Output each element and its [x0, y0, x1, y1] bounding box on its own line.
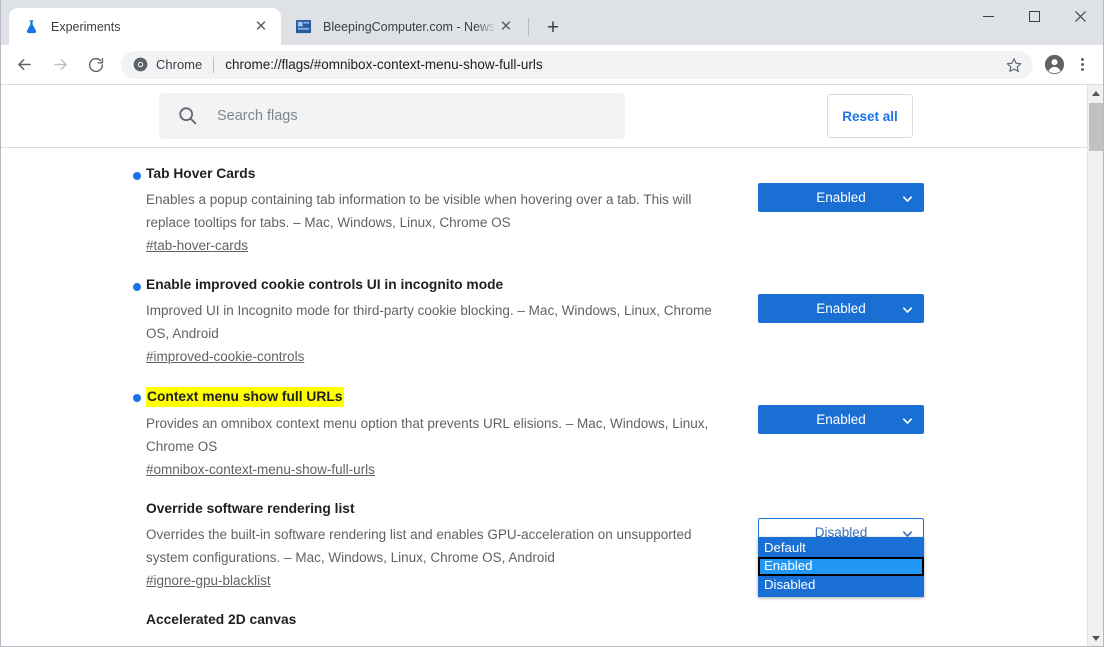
maximize-icon[interactable]	[1011, 0, 1057, 32]
scroll-down-arrow-icon[interactable]	[1088, 630, 1103, 646]
omnibox-divider	[213, 57, 214, 73]
address-bar[interactable]: Chrome chrome://flags/#omnibox-context-m…	[121, 51, 1033, 79]
flags-list: Tab Hover Cards Enables a popup containi…	[1, 148, 1087, 646]
flag-id-link[interactable]: #ignore-gpu-blacklist	[146, 569, 271, 592]
flag-modified-dot	[133, 172, 141, 180]
flag-title: Tab Hover Cards	[146, 165, 255, 183]
scroll-up-arrow-icon[interactable]	[1088, 85, 1103, 101]
flag-title: Enable improved cookie controls UI in in…	[146, 276, 503, 294]
chevron-down-icon	[902, 192, 913, 203]
flag-id-link[interactable]: #improved-cookie-controls	[146, 345, 304, 368]
bleepingcomputer-icon	[295, 19, 311, 35]
back-arrow-icon[interactable]	[9, 50, 39, 80]
flag-state-value: Enabled	[816, 190, 866, 205]
flag-title: Accelerated 2D canvas	[146, 611, 296, 629]
tab-close-icon[interactable]: ✕	[251, 17, 271, 37]
tab-title: Experiments	[51, 20, 251, 34]
scheme-label: Chrome	[156, 57, 202, 72]
flag-id-link[interactable]: #omnibox-context-menu-show-full-urls	[146, 458, 375, 481]
search-flags-box[interactable]	[159, 93, 625, 139]
flag-description: Provides an omnibox context menu option …	[146, 412, 731, 458]
flag-description: Enables a popup containing tab informati…	[146, 188, 731, 234]
tab-strip: Experiments ✕ BleepingComputer.com - New…	[1, 0, 1103, 45]
window-controls	[965, 0, 1103, 45]
flag-entry: Override software rendering list Overrid…	[1, 491, 1087, 602]
flag-entry: Accelerated 2D canvas	[1, 602, 1087, 646]
url-text: chrome://flags/#omnibox-context-menu-sho…	[225, 57, 1001, 72]
close-icon[interactable]	[1057, 0, 1103, 32]
chrome-logo-icon	[133, 57, 148, 72]
flag-entry: Context menu show full URLs Provides an …	[1, 378, 1087, 491]
flag-modified-dot	[133, 394, 141, 402]
flag-entry: Enable improved cookie controls UI in in…	[1, 267, 1087, 378]
option-default[interactable]: Default	[758, 539, 924, 557]
star-icon[interactable]	[1001, 52, 1027, 78]
tab-bleepingcomputer[interactable]: BleepingComputer.com - News, F ✕	[281, 8, 526, 45]
tab-separator	[528, 18, 529, 36]
tab-title: BleepingComputer.com - News, F	[323, 20, 496, 34]
option-enabled[interactable]: Enabled	[758, 557, 924, 576]
tab-close-icon[interactable]: ✕	[496, 17, 516, 37]
chrome-scheme-badge: Chrome	[133, 57, 202, 72]
page-scrollbar[interactable]	[1087, 85, 1103, 646]
flag-state-control: Enabled	[758, 294, 924, 323]
flag-text-block: Accelerated 2D canvas	[146, 611, 746, 646]
flag-text-block: Tab Hover Cards Enables a popup containi…	[146, 165, 746, 257]
flag-state-select[interactable]: Enabled	[758, 294, 924, 323]
flag-entry: Tab Hover Cards Enables a popup containi…	[1, 156, 1087, 267]
reset-all-button[interactable]: Reset all	[827, 94, 913, 138]
flag-id-link[interactable]: #tab-hover-cards	[146, 234, 248, 257]
flag-description: Improved UI in Incognito mode for third-…	[146, 299, 731, 345]
browser-window: Experiments ✕ BleepingComputer.com - New…	[0, 0, 1104, 647]
option-disabled[interactable]: Disabled	[758, 576, 924, 594]
flag-state-select[interactable]: Enabled	[758, 405, 924, 434]
flags-page-content: Reset all Tab Hover Cards Enables a popu…	[1, 85, 1087, 646]
forward-arrow-icon[interactable]	[45, 50, 75, 80]
browser-toolbar: Chrome chrome://flags/#omnibox-context-m…	[1, 45, 1103, 85]
three-dot-menu-icon[interactable]	[1069, 50, 1095, 80]
flag-modified-dot	[133, 283, 141, 291]
chevron-down-icon	[902, 303, 913, 314]
account-avatar-icon[interactable]	[1039, 50, 1069, 80]
flag-text-block: Override software rendering list Overrid…	[146, 500, 746, 592]
flags-search-row: Reset all	[1, 85, 1087, 147]
flag-text-block: Enable improved cookie controls UI in in…	[146, 276, 746, 368]
flag-state-control: Enabled	[758, 183, 924, 212]
minimize-icon[interactable]	[965, 0, 1011, 32]
scrollbar-thumb[interactable]	[1089, 103, 1103, 151]
flag-state-value: Enabled	[816, 301, 866, 316]
flag-state-select[interactable]: Enabled	[758, 183, 924, 212]
page-viewport: Reset all Tab Hover Cards Enables a popu…	[1, 85, 1103, 646]
flag-state-control: Enabled	[758, 405, 924, 434]
flask-icon	[23, 19, 39, 35]
chevron-down-icon	[902, 414, 913, 425]
new-tab-button[interactable]: +	[539, 13, 567, 41]
flag-state-options-popup[interactable]: Default Enabled Disabled	[758, 537, 924, 597]
flag-title: Override software rendering list	[146, 500, 355, 518]
flag-title: Context menu show full URLs	[146, 387, 344, 407]
search-input[interactable]	[215, 107, 595, 125]
flag-description: Overrides the built-in software renderin…	[146, 523, 731, 569]
search-icon	[177, 105, 199, 127]
flag-text-block: Context menu show full URLs Provides an …	[146, 387, 746, 481]
flag-state-value: Enabled	[816, 412, 866, 427]
reload-icon[interactable]	[81, 50, 111, 80]
tab-experiments[interactable]: Experiments ✕	[9, 8, 281, 45]
